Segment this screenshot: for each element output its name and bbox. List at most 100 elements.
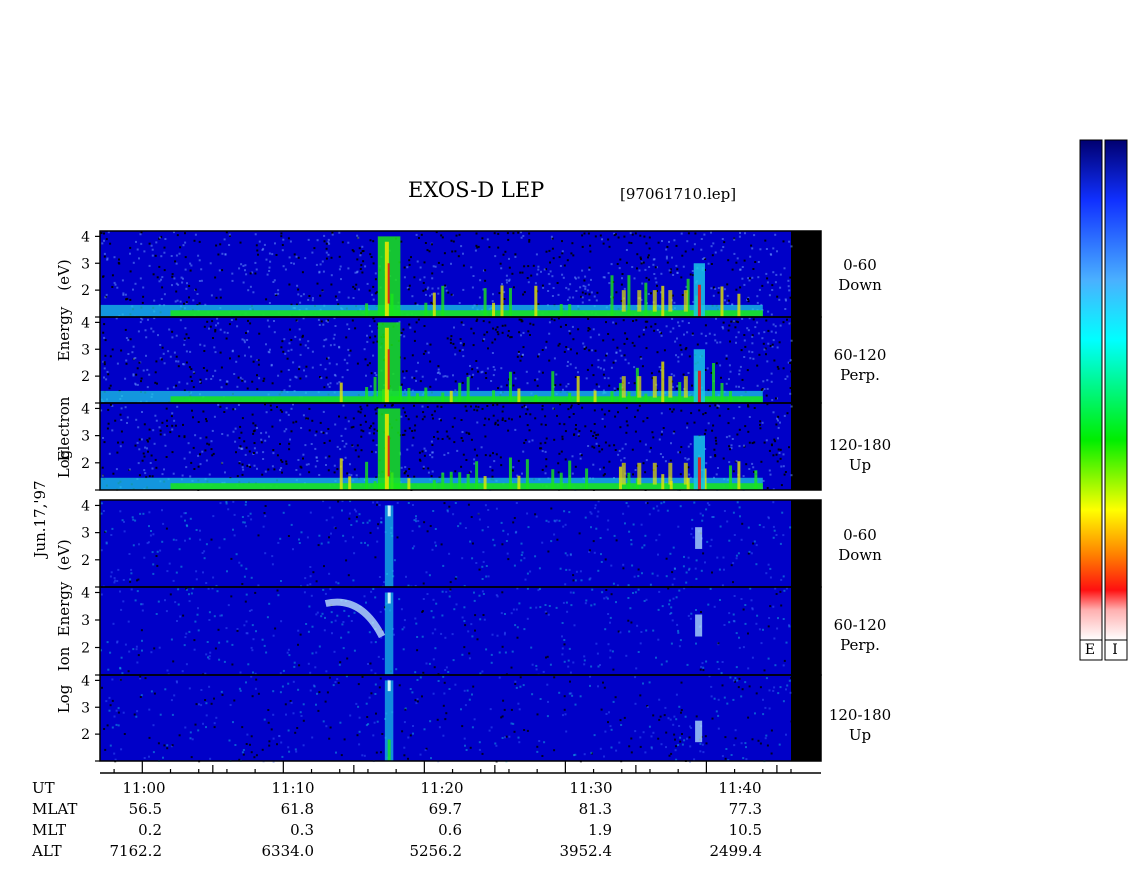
noise-pixel bbox=[328, 385, 331, 388]
noise-pixel bbox=[324, 592, 327, 595]
noise-pixel bbox=[590, 278, 592, 281]
noise-pixel bbox=[111, 429, 114, 432]
noise-pixel bbox=[714, 339, 717, 342]
noise-pixel bbox=[445, 666, 448, 669]
noise-pixel bbox=[514, 428, 517, 431]
noise-pixel bbox=[619, 426, 622, 429]
noise-pixel bbox=[325, 464, 327, 466]
noise-pixel bbox=[450, 239, 453, 242]
noise-pixel bbox=[142, 286, 145, 289]
noise-pixel bbox=[321, 260, 324, 263]
noise-pixel bbox=[549, 663, 552, 666]
noise-pixel bbox=[155, 466, 158, 469]
noise-pixel bbox=[238, 687, 241, 690]
noise-pixel bbox=[171, 273, 174, 276]
noise-pixel bbox=[180, 276, 183, 279]
noise-pixel bbox=[245, 593, 248, 596]
burst-stripe bbox=[728, 465, 732, 490]
noise-pixel bbox=[681, 254, 684, 257]
noise-pixel bbox=[642, 682, 644, 685]
noise-pixel bbox=[241, 338, 244, 341]
noise-pixel bbox=[617, 411, 619, 414]
noise-pixel bbox=[567, 659, 570, 662]
noise-pixel bbox=[625, 502, 628, 504]
burst-stripe bbox=[508, 288, 512, 317]
noise-pixel bbox=[155, 241, 158, 244]
noise-pixel bbox=[587, 327, 590, 329]
noise-pixel bbox=[446, 509, 449, 512]
noise-pixel bbox=[218, 546, 221, 549]
noise-pixel bbox=[430, 440, 433, 443]
noise-pixel bbox=[306, 536, 309, 539]
noise-pixel bbox=[451, 633, 454, 636]
noise-pixel bbox=[117, 724, 120, 727]
noise-pixel bbox=[755, 544, 758, 547]
noise-pixel bbox=[757, 739, 760, 742]
noise-pixel bbox=[403, 266, 406, 269]
noise-pixel bbox=[266, 616, 269, 619]
noise-pixel bbox=[502, 253, 505, 256]
noise-pixel bbox=[304, 344, 307, 347]
noise-pixel bbox=[728, 435, 731, 438]
noise-pixel bbox=[531, 663, 534, 666]
noise-pixel bbox=[573, 624, 576, 627]
noise-pixel bbox=[759, 420, 762, 423]
noise-pixel bbox=[682, 373, 685, 376]
noise-pixel bbox=[599, 367, 602, 370]
burst-patch bbox=[637, 290, 642, 312]
noise-pixel bbox=[491, 633, 494, 636]
noise-pixel bbox=[599, 468, 602, 471]
noise-pixel bbox=[482, 560, 485, 563]
noise-pixel bbox=[251, 624, 254, 627]
noise-pixel bbox=[729, 676, 732, 679]
noise-pixel bbox=[437, 365, 440, 368]
noise-pixel bbox=[529, 334, 531, 336]
noise-pixel bbox=[441, 590, 444, 593]
noise-pixel bbox=[341, 509, 343, 512]
burst-stripe bbox=[627, 275, 631, 317]
noise-pixel bbox=[219, 614, 222, 617]
noise-pixel bbox=[378, 504, 381, 507]
noise-pixel bbox=[563, 639, 566, 641]
noise-pixel bbox=[583, 753, 586, 756]
noise-pixel bbox=[488, 729, 491, 732]
noise-pixel bbox=[729, 340, 731, 343]
noise-pixel bbox=[670, 606, 673, 609]
noise-pixel bbox=[448, 595, 451, 598]
noise-pixel bbox=[373, 320, 376, 323]
noise-pixel bbox=[645, 459, 648, 462]
noise-pixel bbox=[421, 375, 424, 378]
noise-pixel bbox=[672, 597, 675, 600]
noise-pixel bbox=[195, 703, 198, 706]
noise-pixel bbox=[352, 417, 355, 420]
noise-pixel bbox=[448, 688, 451, 690]
noise-pixel bbox=[325, 247, 328, 250]
noise-pixel bbox=[650, 747, 653, 750]
noise-pixel bbox=[448, 505, 451, 508]
noise-pixel bbox=[372, 240, 375, 243]
ephem-mlt: 10.5 bbox=[728, 821, 762, 839]
noise-pixel bbox=[403, 433, 406, 436]
noise-pixel bbox=[309, 583, 312, 586]
noise-pixel bbox=[435, 544, 437, 547]
noise-pixel bbox=[576, 352, 578, 355]
noise-pixel bbox=[252, 422, 255, 425]
noise-pixel bbox=[156, 276, 159, 279]
noise-pixel bbox=[470, 516, 473, 518]
noise-pixel bbox=[472, 373, 475, 376]
noise-pixel bbox=[550, 235, 553, 238]
noise-pixel bbox=[323, 442, 326, 444]
noise-pixel bbox=[237, 404, 240, 406]
noise-pixel bbox=[103, 323, 106, 326]
noise-pixel bbox=[242, 753, 245, 756]
noise-pixel bbox=[752, 542, 755, 545]
noise-pixel bbox=[759, 423, 761, 426]
noise-pixel bbox=[760, 460, 763, 463]
burst-stripe bbox=[551, 469, 555, 490]
noise-pixel bbox=[198, 240, 201, 243]
noise-pixel bbox=[161, 276, 164, 279]
noise-pixel bbox=[779, 273, 782, 276]
noise-pixel bbox=[710, 538, 713, 541]
noise-pixel bbox=[730, 754, 733, 756]
noise-pixel bbox=[272, 634, 275, 637]
